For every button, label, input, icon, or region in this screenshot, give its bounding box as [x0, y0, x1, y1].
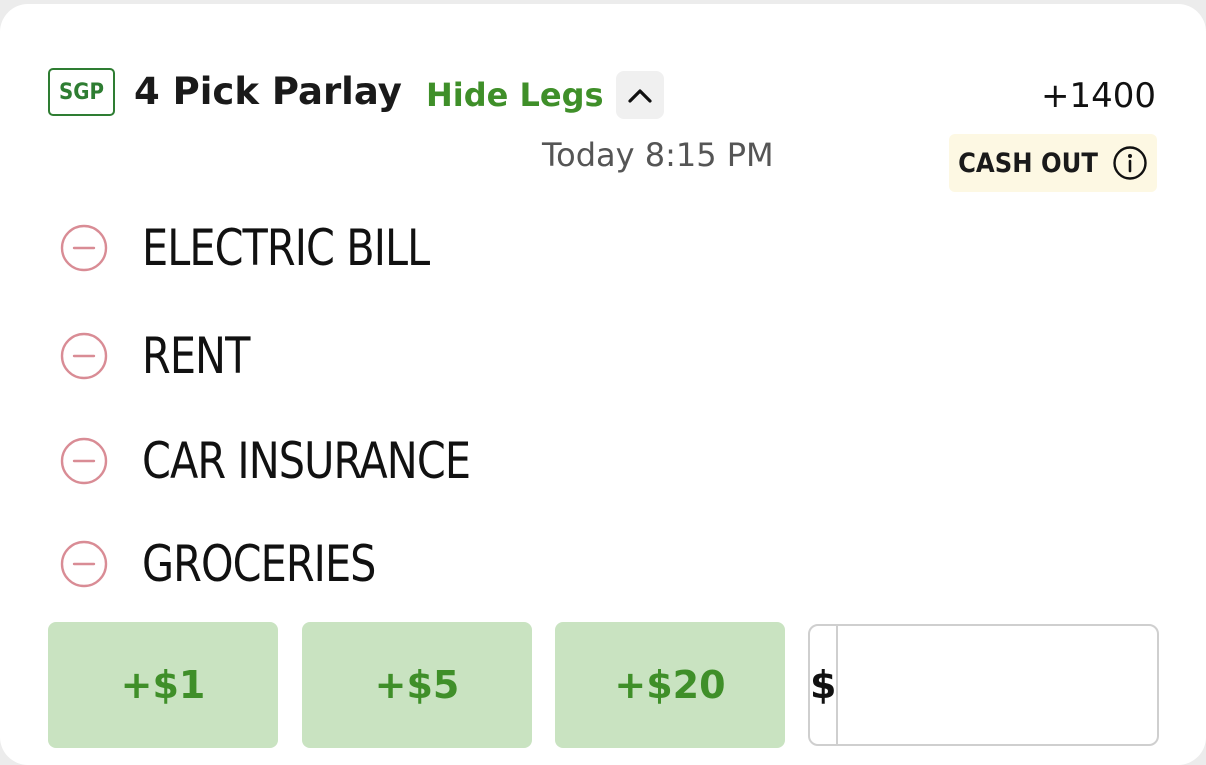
hide-legs-toggle[interactable]: Hide Legs: [426, 76, 604, 114]
add-5-button[interactable]: +$5: [302, 622, 532, 748]
parlay-card: SGP 4 Pick Parlay Hide Legs +1400 Today …: [0, 4, 1206, 765]
info-icon[interactable]: [1112, 145, 1148, 181]
add-20-button[interactable]: +$20: [555, 622, 785, 748]
stake-field: $: [808, 624, 1159, 746]
chevron-up-icon: [628, 89, 652, 103]
sgp-badge: SGP: [48, 68, 115, 116]
minus-circle-icon[interactable]: [58, 435, 110, 487]
leg-label: CAR INSURANCE: [142, 432, 471, 490]
stake-input[interactable]: [838, 626, 1157, 744]
parlay-odds: +1400: [1040, 76, 1156, 116]
leg-row: CAR INSURANCE: [58, 431, 499, 491]
minus-circle-icon[interactable]: [58, 222, 110, 274]
leg-label: GROCERIES: [142, 535, 376, 593]
leg-row: GROCERIES: [58, 534, 396, 594]
add-1-button[interactable]: +$1: [48, 622, 278, 748]
cash-out-button[interactable]: CASH OUT: [949, 134, 1157, 192]
cash-out-label: CASH OUT: [958, 147, 1098, 179]
leg-row: RENT: [58, 326, 259, 386]
leg-label: ELECTRIC BILL: [142, 219, 430, 277]
collapse-legs-button[interactable]: [616, 71, 664, 119]
currency-symbol: $: [810, 626, 839, 744]
parlay-title: 4 Pick Parlay: [134, 70, 402, 113]
leg-label: RENT: [142, 327, 250, 385]
minus-circle-icon[interactable]: [58, 538, 110, 590]
minus-circle-icon[interactable]: [58, 330, 110, 382]
leg-row: ELECTRIC BILL: [58, 218, 454, 278]
event-time: Today 8:15 PM: [542, 136, 774, 174]
